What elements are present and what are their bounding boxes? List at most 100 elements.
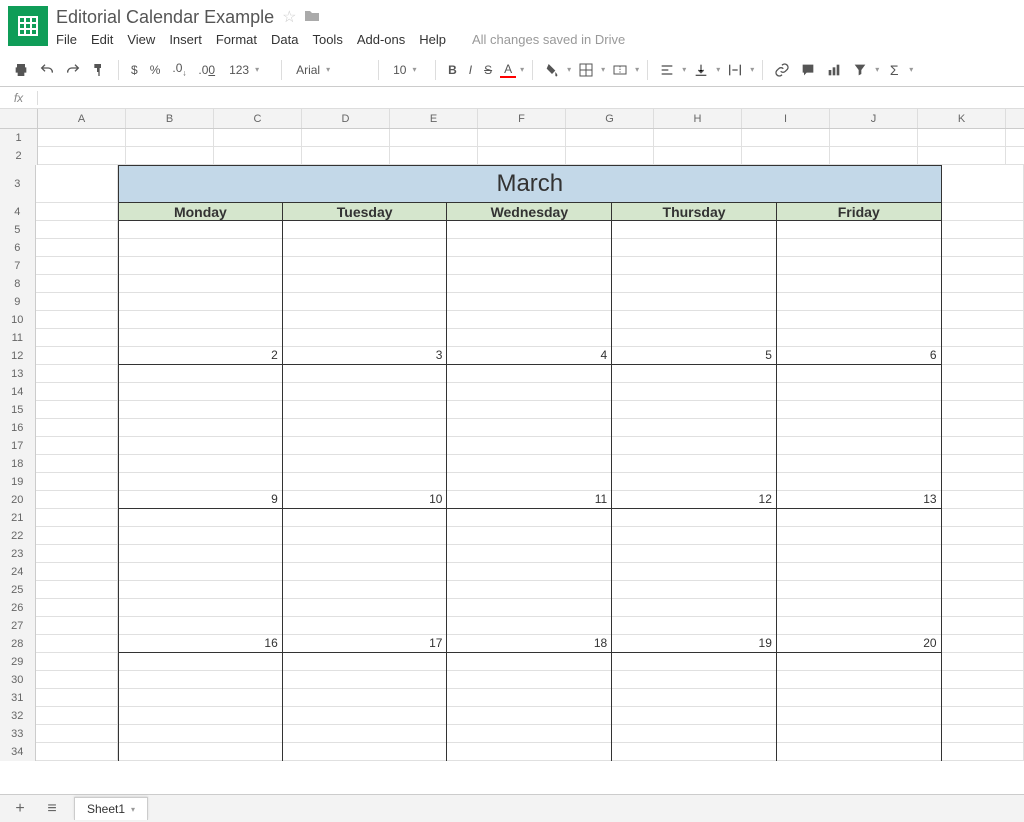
row-header[interactable]: 10	[0, 311, 36, 329]
calendar-cell[interactable]: 6	[777, 347, 942, 365]
calendar-cell[interactable]	[283, 365, 448, 383]
calendar-month[interactable]: March	[118, 165, 942, 203]
calendar-cell[interactable]	[118, 365, 283, 383]
calendar-cell[interactable]	[447, 401, 612, 419]
decrease-decimal-button[interactable]: .0↓	[168, 61, 190, 77]
calendar-cell[interactable]	[118, 311, 283, 329]
calendar-cell[interactable]	[777, 473, 942, 491]
number-format-dropdown[interactable]: 123▾	[223, 63, 273, 77]
calendar-cell[interactable]	[447, 329, 612, 347]
calendar-cell[interactable]	[447, 743, 612, 761]
calendar-cell[interactable]	[447, 671, 612, 689]
italic-button[interactable]: I	[465, 63, 476, 77]
calendar-cell[interactable]	[612, 401, 777, 419]
row-header[interactable]: 3	[0, 165, 36, 203]
calendar-cell[interactable]	[612, 617, 777, 635]
calendar-cell[interactable]	[612, 707, 777, 725]
row-header[interactable]: 34	[0, 743, 36, 761]
bold-button[interactable]: B	[444, 63, 461, 77]
calendar-cell[interactable]	[612, 275, 777, 293]
row-header[interactable]: 27	[0, 617, 36, 635]
menu-help[interactable]: Help	[419, 32, 446, 47]
row-header[interactable]: 15	[0, 401, 36, 419]
calendar-cell[interactable]	[118, 329, 283, 347]
calendar-cell[interactable]	[118, 653, 283, 671]
calendar-cell[interactable]	[777, 743, 942, 761]
calendar-cell[interactable]	[447, 725, 612, 743]
calendar-cell[interactable]	[283, 671, 448, 689]
calendar-cell[interactable]	[283, 383, 448, 401]
calendar-cell[interactable]	[283, 329, 448, 347]
calendar-cell[interactable]	[777, 509, 942, 527]
calendar-cell[interactable]	[118, 599, 283, 617]
calendar-cell[interactable]	[777, 239, 942, 257]
calendar-cell[interactable]	[118, 581, 283, 599]
calendar-cell[interactable]	[283, 221, 448, 239]
calendar-cell[interactable]	[118, 275, 283, 293]
calendar-cell[interactable]	[447, 617, 612, 635]
calendar-cell[interactable]	[612, 527, 777, 545]
row-header[interactable]: 13	[0, 365, 36, 383]
row-header[interactable]: 9	[0, 293, 36, 311]
calendar-cell[interactable]	[118, 689, 283, 707]
calendar-cell[interactable]	[612, 653, 777, 671]
col-header-e[interactable]: E	[390, 109, 478, 128]
calendar-cell[interactable]	[612, 743, 777, 761]
undo-icon[interactable]	[36, 58, 58, 82]
calendar-cell[interactable]	[118, 743, 283, 761]
calendar-cell[interactable]	[447, 563, 612, 581]
calendar-cell[interactable]	[283, 707, 448, 725]
calendar-cell[interactable]: 16	[118, 635, 283, 653]
calendar-cell[interactable]: 4	[447, 347, 612, 365]
calendar-cell[interactable]	[777, 257, 942, 275]
calendar-cell[interactable]	[777, 653, 942, 671]
calendar-cell[interactable]	[283, 581, 448, 599]
calendar-cell[interactable]	[777, 455, 942, 473]
calendar-cell[interactable]	[118, 473, 283, 491]
currency-button[interactable]: $	[127, 63, 142, 77]
calendar-cell[interactable]	[283, 293, 448, 311]
row-header[interactable]: 29	[0, 653, 36, 671]
calendar-cell[interactable]: 9	[118, 491, 283, 509]
row-header[interactable]: 1	[0, 129, 38, 147]
menu-edit[interactable]: Edit	[91, 32, 113, 47]
calendar-cell[interactable]	[283, 455, 448, 473]
row-header[interactable]: 4	[0, 203, 36, 221]
calendar-cell[interactable]	[612, 293, 777, 311]
calendar-cell[interactable]	[283, 653, 448, 671]
row-header[interactable]: 32	[0, 707, 36, 725]
calendar-day-header[interactable]: Wednesday	[447, 203, 612, 221]
calendar-cell[interactable]	[612, 257, 777, 275]
calendar-cell[interactable]	[447, 293, 612, 311]
calendar-cell[interactable]	[777, 383, 942, 401]
calendar-cell[interactable]	[118, 617, 283, 635]
calendar-cell[interactable]	[612, 599, 777, 617]
calendar-cell[interactable]	[447, 527, 612, 545]
calendar-cell[interactable]	[447, 545, 612, 563]
select-all-corner[interactable]	[0, 109, 38, 128]
calendar-cell[interactable]	[612, 545, 777, 563]
all-sheets-button[interactable]: ≡	[42, 800, 62, 818]
calendar-cell[interactable]	[283, 275, 448, 293]
calendar-cell[interactable]	[777, 437, 942, 455]
calendar-cell[interactable]	[283, 473, 448, 491]
calendar-cell[interactable]	[447, 419, 612, 437]
calendar-cell[interactable]: 17	[283, 635, 448, 653]
fill-color-icon[interactable]	[541, 58, 563, 82]
col-header-f[interactable]: F	[478, 109, 566, 128]
row-header[interactable]: 12	[0, 347, 36, 365]
row-header[interactable]: 28	[0, 635, 36, 653]
comment-icon[interactable]	[797, 58, 819, 82]
calendar-cell[interactable]	[777, 365, 942, 383]
borders-icon[interactable]	[575, 58, 597, 82]
calendar-cell[interactable]	[283, 437, 448, 455]
calendar-cell[interactable]	[283, 509, 448, 527]
row-header[interactable]: 23	[0, 545, 36, 563]
calendar-cell[interactable]	[777, 599, 942, 617]
calendar-cell[interactable]	[283, 563, 448, 581]
col-header-c[interactable]: C	[214, 109, 302, 128]
calendar-cell[interactable]	[283, 689, 448, 707]
calendar-cell[interactable]	[283, 419, 448, 437]
row-header[interactable]: 6	[0, 239, 36, 257]
calendar-cell[interactable]	[447, 275, 612, 293]
